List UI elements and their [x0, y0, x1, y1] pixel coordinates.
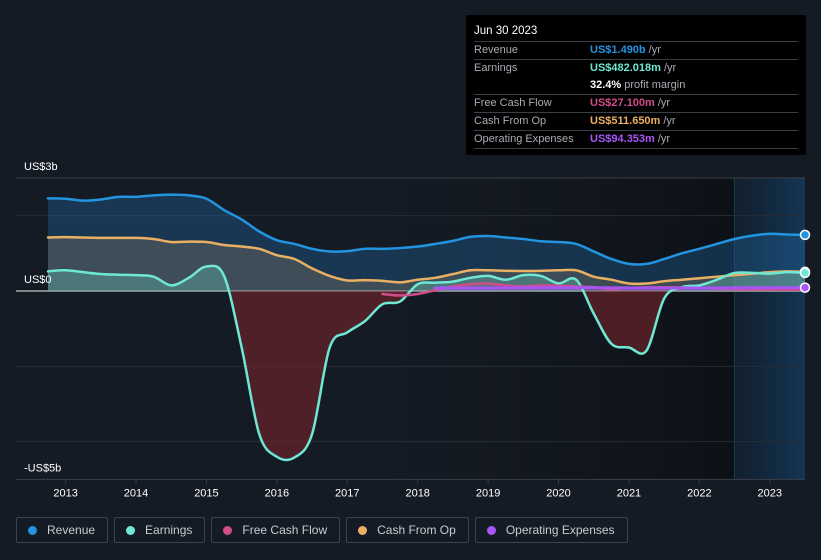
legend: Revenue Earnings Free Cash Flow Cash From O…: [16, 517, 628, 543]
legend-label: Revenue: [47, 523, 96, 537]
x-tick-label: 2018: [405, 487, 429, 499]
tooltip-row-value: US$511.650m: [590, 115, 661, 127]
tooltip-row-label: Revenue: [474, 44, 519, 56]
revenue-end-marker: [799, 229, 811, 241]
tooltip-row: Earnings US$482.018m/yr: [474, 60, 798, 77]
forecast-region: [734, 178, 805, 480]
tooltip-row-value: US$1.490b: [590, 44, 646, 56]
tooltip-row-unit: /yr: [663, 115, 676, 127]
tooltip-row-unit: /yr: [663, 62, 677, 74]
tooltip-date: Jun 30 2023: [474, 23, 798, 42]
y-tick-label: US$3b: [24, 161, 58, 173]
tooltip-row-unit: /yr: [657, 97, 671, 109]
y-tick-label: US$0: [24, 274, 52, 286]
x-tick-label: 2022: [687, 487, 711, 499]
tooltip-row-unit: /yr: [648, 44, 661, 56]
x-tick-label: 2016: [265, 487, 289, 499]
legend-item-earnings[interactable]: Earnings: [114, 517, 206, 543]
tooltip-row-label: Earnings: [474, 62, 518, 74]
x-tick-label: 2020: [546, 487, 570, 499]
tooltip-row: Operating Expenses US$94.353m/yr: [474, 131, 798, 149]
legend-dot-icon: [126, 525, 136, 535]
past-shade: [300, 178, 735, 480]
y-tick-label: -US$5b: [24, 462, 61, 474]
tooltip-row: Free Cash Flow US$27.100m/yr: [474, 95, 798, 113]
x-tick-label: 2023: [758, 487, 782, 499]
tooltip-row: 32.4% profit margin: [474, 77, 798, 95]
tooltip-row-value: US$94.353m: [590, 133, 655, 145]
legend-dot-icon: [28, 525, 37, 535]
legend-dot-icon: [223, 525, 233, 535]
legend-label: Free Cash Flow: [242, 523, 328, 537]
tooltip-row-unit: profit margin: [624, 79, 686, 91]
tooltip-row-label: Operating Expenses: [474, 133, 574, 145]
legend-item-operating-expenses[interactable]: Operating Expenses: [474, 517, 628, 543]
tooltip-row-value: US$482.018m: [590, 62, 661, 74]
legend-label: Operating Expenses: [505, 523, 615, 537]
legend-label: Earnings: [145, 523, 193, 537]
x-tick-label: 2014: [124, 487, 148, 499]
tooltip-row-value: 32.4%: [590, 79, 622, 91]
legend-dot-icon: [486, 525, 496, 535]
tooltip-row-label: Free Cash Flow: [474, 97, 552, 109]
x-tick-label: 2021: [617, 487, 641, 499]
tooltip-row-unit: /yr: [657, 133, 671, 145]
legend-item-cash-from-op[interactable]: Cash From Op: [346, 517, 469, 543]
tooltip-row-value: US$27.100m: [590, 97, 655, 109]
tooltip-row: Cash From Op US$511.650m/yr: [474, 113, 798, 131]
legend-label: Cash From Op: [377, 523, 456, 537]
tooltip-row-label: Cash From Op: [474, 115, 547, 127]
x-tick-label: 2017: [335, 487, 359, 499]
x-tick-label: 2019: [476, 487, 500, 499]
legend-item-free-cash-flow[interactable]: Free Cash Flow: [211, 517, 341, 543]
earnings-end-marker: [799, 267, 811, 279]
x-tick-label: 2015: [194, 487, 218, 499]
x-tick-label: 2013: [53, 487, 77, 499]
tooltip-row: Revenue US$1.490b/yr: [474, 42, 798, 60]
legend-item-revenue[interactable]: Revenue: [16, 517, 109, 543]
operating-expenses-end-marker: [799, 282, 811, 293]
tooltip-panel: Jun 30 2023 Revenue US$1.490b/yr Earnings U…: [466, 15, 806, 155]
legend-dot-icon: [358, 525, 368, 535]
tooltip-row-label: [474, 77, 590, 94]
